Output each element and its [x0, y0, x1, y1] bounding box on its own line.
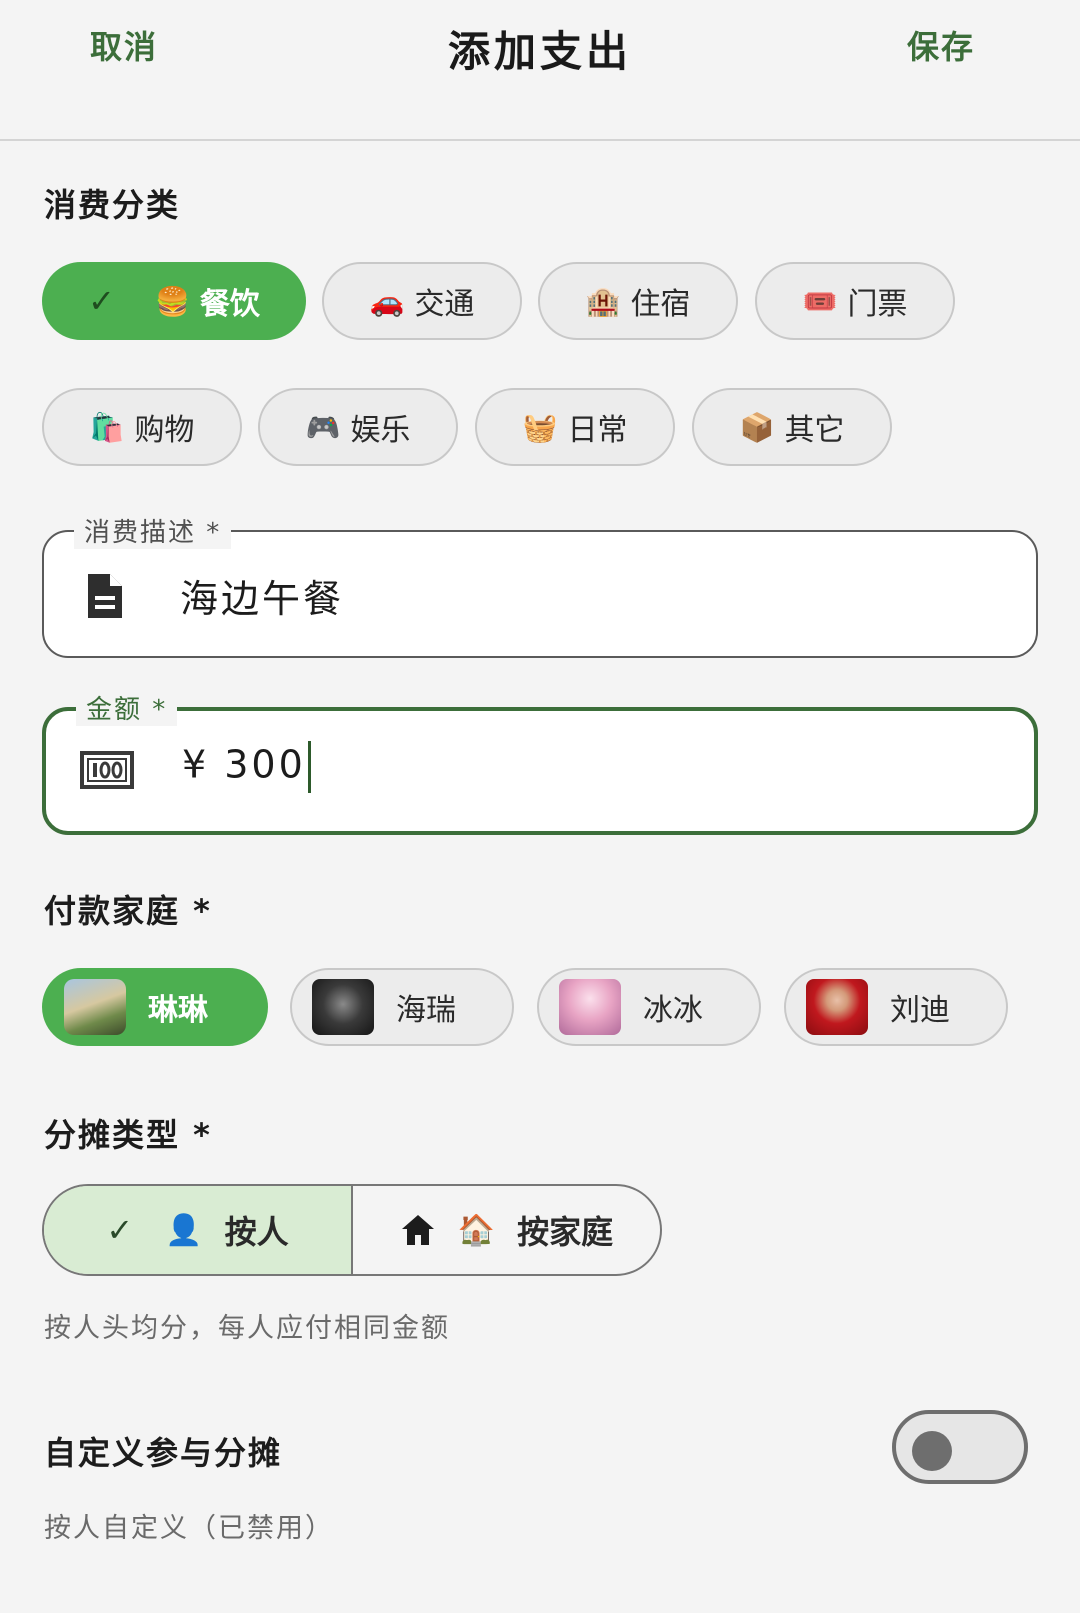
check-icon: ✓ — [106, 1211, 134, 1249]
burger-icon: 🍔 — [154, 284, 190, 318]
category-chip-label: 娱乐 — [350, 413, 411, 448]
amount-input[interactable]: ¥ 300 — [182, 741, 311, 793]
split-option-label: 按家庭 — [517, 1213, 614, 1251]
amount-value: ¥ 300 — [182, 742, 306, 787]
custom-split-toggle[interactable] — [892, 1410, 1028, 1484]
car-icon: 🚗 — [369, 284, 405, 318]
avatar — [806, 979, 868, 1035]
category-chip-dining[interactable]: ✓ 🍔 餐饮 — [42, 262, 306, 340]
category-chip-label: 餐饮 — [199, 287, 260, 322]
split-type-section-label: 分摊类型 * — [44, 1116, 212, 1154]
ticket-icon: 🎟️ — [802, 284, 838, 318]
save-button[interactable]: 保存 — [907, 22, 975, 68]
description-field-label: 消费描述 * — [74, 512, 232, 549]
banknote-icon — [80, 749, 134, 797]
category-chip-label: 日常 — [567, 413, 628, 448]
payer-chip-label: 冰冰 — [643, 993, 703, 1028]
category-chip-label: 住宿 — [630, 287, 691, 322]
amount-field[interactable]: 金额 * ¥ 300 — [42, 689, 1038, 835]
payer-chip-label: 海瑞 — [396, 993, 456, 1028]
category-section-label: 消费分类 — [44, 186, 181, 224]
custom-split-label: 自定义参与分摊 — [44, 1434, 283, 1472]
avatar — [559, 979, 621, 1035]
category-chip-tickets[interactable]: 🎟️ 门票 — [755, 262, 955, 340]
check-icon: ✓ — [88, 282, 115, 320]
description-field[interactable]: 消费描述 * 海边午餐 — [42, 512, 1038, 658]
amount-field-label: 金额 * — [76, 689, 178, 726]
category-chip-daily[interactable]: 🧺 日常 — [475, 388, 675, 466]
basket-icon: 🧺 — [522, 410, 558, 444]
package-icon: 📦 — [739, 410, 775, 444]
split-type-hint: 按人头均分，每人应付相同金额 — [44, 1313, 450, 1344]
avatar — [64, 979, 126, 1035]
toggle-knob — [912, 1431, 952, 1471]
payer-chip-label: 琳琳 — [148, 993, 208, 1028]
shopping-bag-icon: 🛍️ — [89, 410, 125, 444]
custom-split-hint: 按人自定义（已禁用） — [44, 1513, 334, 1544]
category-chip-label: 购物 — [134, 413, 195, 448]
category-chip-shopping[interactable]: 🛍️ 购物 — [42, 388, 242, 466]
category-chip-transport[interactable]: 🚗 交通 — [322, 262, 522, 340]
avatar — [312, 979, 374, 1035]
payer-chip-hairui[interactable]: 海瑞 — [290, 968, 514, 1046]
payer-chip-label: 刘迪 — [890, 993, 950, 1028]
payer-section-label: 付款家庭 * — [44, 892, 212, 930]
category-chip-label: 门票 — [847, 287, 908, 322]
category-chip-label: 其它 — [784, 413, 845, 448]
split-type-segmented-control: ✓ 👤 按人 🏠 按家庭 — [42, 1184, 662, 1276]
split-option-label: 按人 — [224, 1213, 289, 1251]
house-icon: 🏠 — [457, 1212, 496, 1248]
payer-chip-linlin[interactable]: 琳琳 — [42, 968, 268, 1046]
category-chip-label: 交通 — [414, 287, 475, 322]
text-cursor — [307, 741, 311, 793]
category-chip-other[interactable]: 📦 其它 — [692, 388, 892, 466]
payer-chip-liudi[interactable]: 刘迪 — [784, 968, 1008, 1046]
category-chip-lodging[interactable]: 🏨 住宿 — [538, 262, 738, 340]
category-chip-entertainment[interactable]: 🎮 娱乐 — [258, 388, 458, 466]
split-by-family-option[interactable]: 🏠 按家庭 — [353, 1186, 660, 1274]
person-icon: 👤 — [165, 1212, 203, 1248]
split-by-person-option[interactable]: ✓ 👤 按人 — [44, 1186, 353, 1274]
home-icon — [400, 1213, 436, 1247]
hotel-icon: 🏨 — [585, 284, 621, 318]
document-icon — [80, 572, 128, 620]
gamepad-icon: 🎮 — [305, 410, 341, 444]
description-input[interactable]: 海边午餐 — [180, 568, 344, 623]
app-header: 取消 添加支出 保存 — [0, 0, 1080, 141]
payer-chip-bingbing[interactable]: 冰冰 — [537, 968, 761, 1046]
